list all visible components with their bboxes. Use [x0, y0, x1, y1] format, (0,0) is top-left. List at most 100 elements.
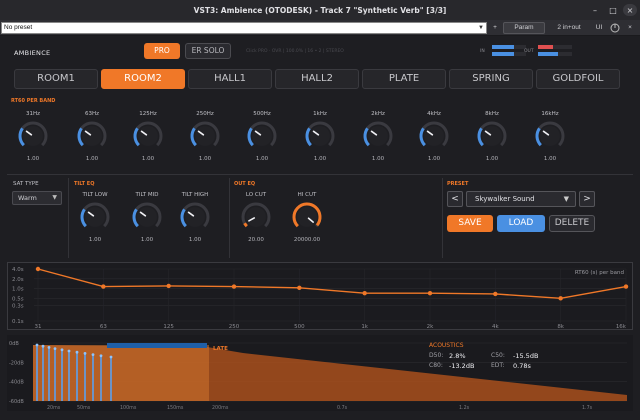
rt60-point-8k[interactable] — [558, 296, 563, 301]
tab-plate[interactable]: PLATE — [362, 69, 446, 89]
rt60-point-250[interactable] — [231, 284, 237, 289]
delete-button[interactable]: DELETE — [549, 215, 595, 232]
output-meter-label: OUT — [524, 49, 534, 54]
rt60-point-4k[interactable] — [493, 291, 498, 297]
param-button[interactable]: Param — [503, 22, 545, 34]
load-button[interactable]: LOAD — [497, 215, 545, 232]
rt60-band-16khz-knob[interactable] — [533, 119, 567, 153]
lo-cut-knob[interactable] — [239, 200, 273, 234]
tab-goldfoil[interactable]: GOLDFOIL — [536, 69, 620, 89]
host-preset-select[interactable]: No preset ▼ — [1, 22, 487, 34]
close-button[interactable]: × — [623, 4, 637, 16]
rt60-band-250hz-label: 250Hz — [196, 111, 214, 117]
rt60-point-63[interactable] — [101, 284, 106, 289]
rt60-band-1khz-knob[interactable] — [303, 119, 337, 153]
tab-hall2[interactable]: HALL2 — [275, 69, 359, 89]
early-reflection-peak — [75, 350, 79, 354]
early-reflection-peak — [109, 355, 113, 359]
out-eq-title: OUT EQ — [234, 181, 256, 187]
minimize-button[interactable]: – — [588, 4, 602, 16]
tab-spring[interactable]: SPRING — [449, 69, 533, 89]
lo-cut-label: LO CUT — [245, 192, 267, 198]
early-reflection-peak — [91, 353, 95, 356]
rt60-y-tick: 0.3s — [12, 304, 24, 310]
rt60-band-63hz-knob[interactable] — [75, 119, 109, 153]
rt60-chart: 4.0s 2.0s 1.0s 0.5s 0.3s 0.1s 31 63 125 250 500 1k 2… — [12, 266, 629, 330]
rt60-x-tick: 31 — [35, 324, 42, 330]
acoustics-value: 2.8% — [449, 352, 466, 360]
rt60-band-31hz-knob[interactable] — [16, 119, 50, 153]
input-meter-label: IN — [480, 49, 485, 54]
ir-y-tick: 0dB — [9, 341, 19, 347]
host-toolbar: No preset ▼ + Param 2 in+out UI × — [0, 20, 640, 36]
ui-button[interactable]: UI — [592, 22, 606, 34]
rt60-band-125hz-knob[interactable] — [131, 119, 165, 153]
acoustics-key: D50: — [429, 352, 444, 359]
tilt-mid-knob[interactable] — [130, 200, 164, 234]
rt60-y-tick: 2.0s — [12, 277, 24, 283]
tilt-low-knob[interactable] — [78, 200, 112, 234]
rt60-chart-title: RT60 (s) per band — [575, 270, 624, 276]
early-window-marker — [107, 343, 207, 348]
next-preset-button[interactable]: > — [579, 191, 595, 207]
rt60-band-4khz-value: 1.00 — [427, 156, 441, 162]
acoustics-value: 0.78s — [513, 362, 531, 370]
rt60-graph[interactable]: 4.0s 2.0s 1.0s 0.5s 0.3s 0.1s 31 63 125 250 500 1k 2… — [7, 262, 633, 330]
early-reflection-peak — [83, 352, 87, 355]
rt60-band-2khz-knob[interactable] — [361, 119, 395, 153]
plugin-name: AMBIENCE — [14, 49, 51, 57]
er-solo-button[interactable]: ER SOLO — [185, 43, 231, 59]
sat-type-select[interactable]: Warm ▼ — [12, 191, 62, 205]
preset-select[interactable]: Skywalker Sound ▼ — [466, 191, 576, 207]
maximize-button[interactable]: □ — [606, 4, 620, 16]
prev-preset-button[interactable]: < — [447, 191, 463, 207]
ir-y-tick: -20dB — [9, 360, 24, 366]
ir-x-tick: 50ms — [77, 405, 91, 411]
rt60-point-500[interactable] — [297, 285, 302, 291]
rt60-band-8khz-knob[interactable] — [475, 119, 509, 153]
rt60-series-line — [37, 268, 627, 300]
tilt-high-knob[interactable] — [178, 200, 212, 234]
section-divider — [229, 178, 230, 258]
section-divider — [442, 178, 443, 258]
rt60-x-tick: 16k — [616, 324, 627, 330]
hi-cut-knob[interactable] — [290, 200, 324, 234]
rt60-point-2k[interactable] — [427, 290, 433, 296]
rt60-band-125hz-value: 1.00 — [141, 156, 155, 162]
pro-button[interactable]: PRO — [144, 43, 180, 59]
rt60-point-16k[interactable] — [623, 284, 629, 289]
save-button[interactable]: SAVE — [447, 215, 493, 232]
tilt-low-value: 1.00 — [88, 237, 102, 243]
tab-room1[interactable]: ROOM1 — [14, 69, 98, 89]
tab-room2[interactable]: ROOM2 — [101, 69, 185, 89]
rt60-point-31[interactable] — [35, 266, 41, 272]
rt60-band-8khz-value: 1.00 — [485, 156, 499, 162]
rt60-x-tick: 125 — [163, 324, 174, 330]
output-meter-left — [538, 45, 572, 49]
impulse-response-chart: 0dB -20dB -40dB -60dB LATE 20ms 50ms 100ms 150ms… — [9, 341, 627, 411]
ir-x-tick: 200ms — [212, 405, 229, 411]
host-close-button[interactable]: × — [624, 22, 636, 34]
lo-cut-value: 20.00 — [248, 237, 264, 243]
io-button[interactable]: 2 in+out — [551, 22, 587, 34]
rt60-y-tick: 1.0s — [12, 287, 24, 293]
hi-cut-label: HI CUT — [297, 192, 317, 198]
rt60-point-125[interactable] — [166, 283, 171, 289]
early-reflection-peak — [53, 347, 57, 350]
rt60-point-1k[interactable] — [362, 290, 367, 296]
info-text: Click PRO · OVR | 100.0% | 16 • 2 | STER… — [246, 49, 344, 54]
ir-x-tick: 100ms — [120, 405, 137, 411]
rt60-band-500hz-knob[interactable] — [245, 119, 279, 153]
rt60-band-250hz-value: 1.00 — [198, 156, 212, 162]
tilt-high-value: 1.00 — [188, 237, 202, 243]
add-preset-button[interactable]: + — [490, 22, 500, 34]
chevron-down-icon: ▼ — [563, 195, 569, 203]
rt60-band-250hz-knob[interactable] — [188, 119, 222, 153]
bypass-icon[interactable] — [609, 22, 621, 34]
sat-type-value: Warm — [18, 194, 37, 202]
tab-hall1[interactable]: HALL1 — [188, 69, 272, 89]
rt60-band-4khz-label: 4kHz — [427, 111, 441, 117]
acoustics-key: EDT: — [491, 362, 505, 369]
rt60-band-2khz-value: 1.00 — [371, 156, 385, 162]
rt60-band-4khz-knob[interactable] — [417, 119, 451, 153]
